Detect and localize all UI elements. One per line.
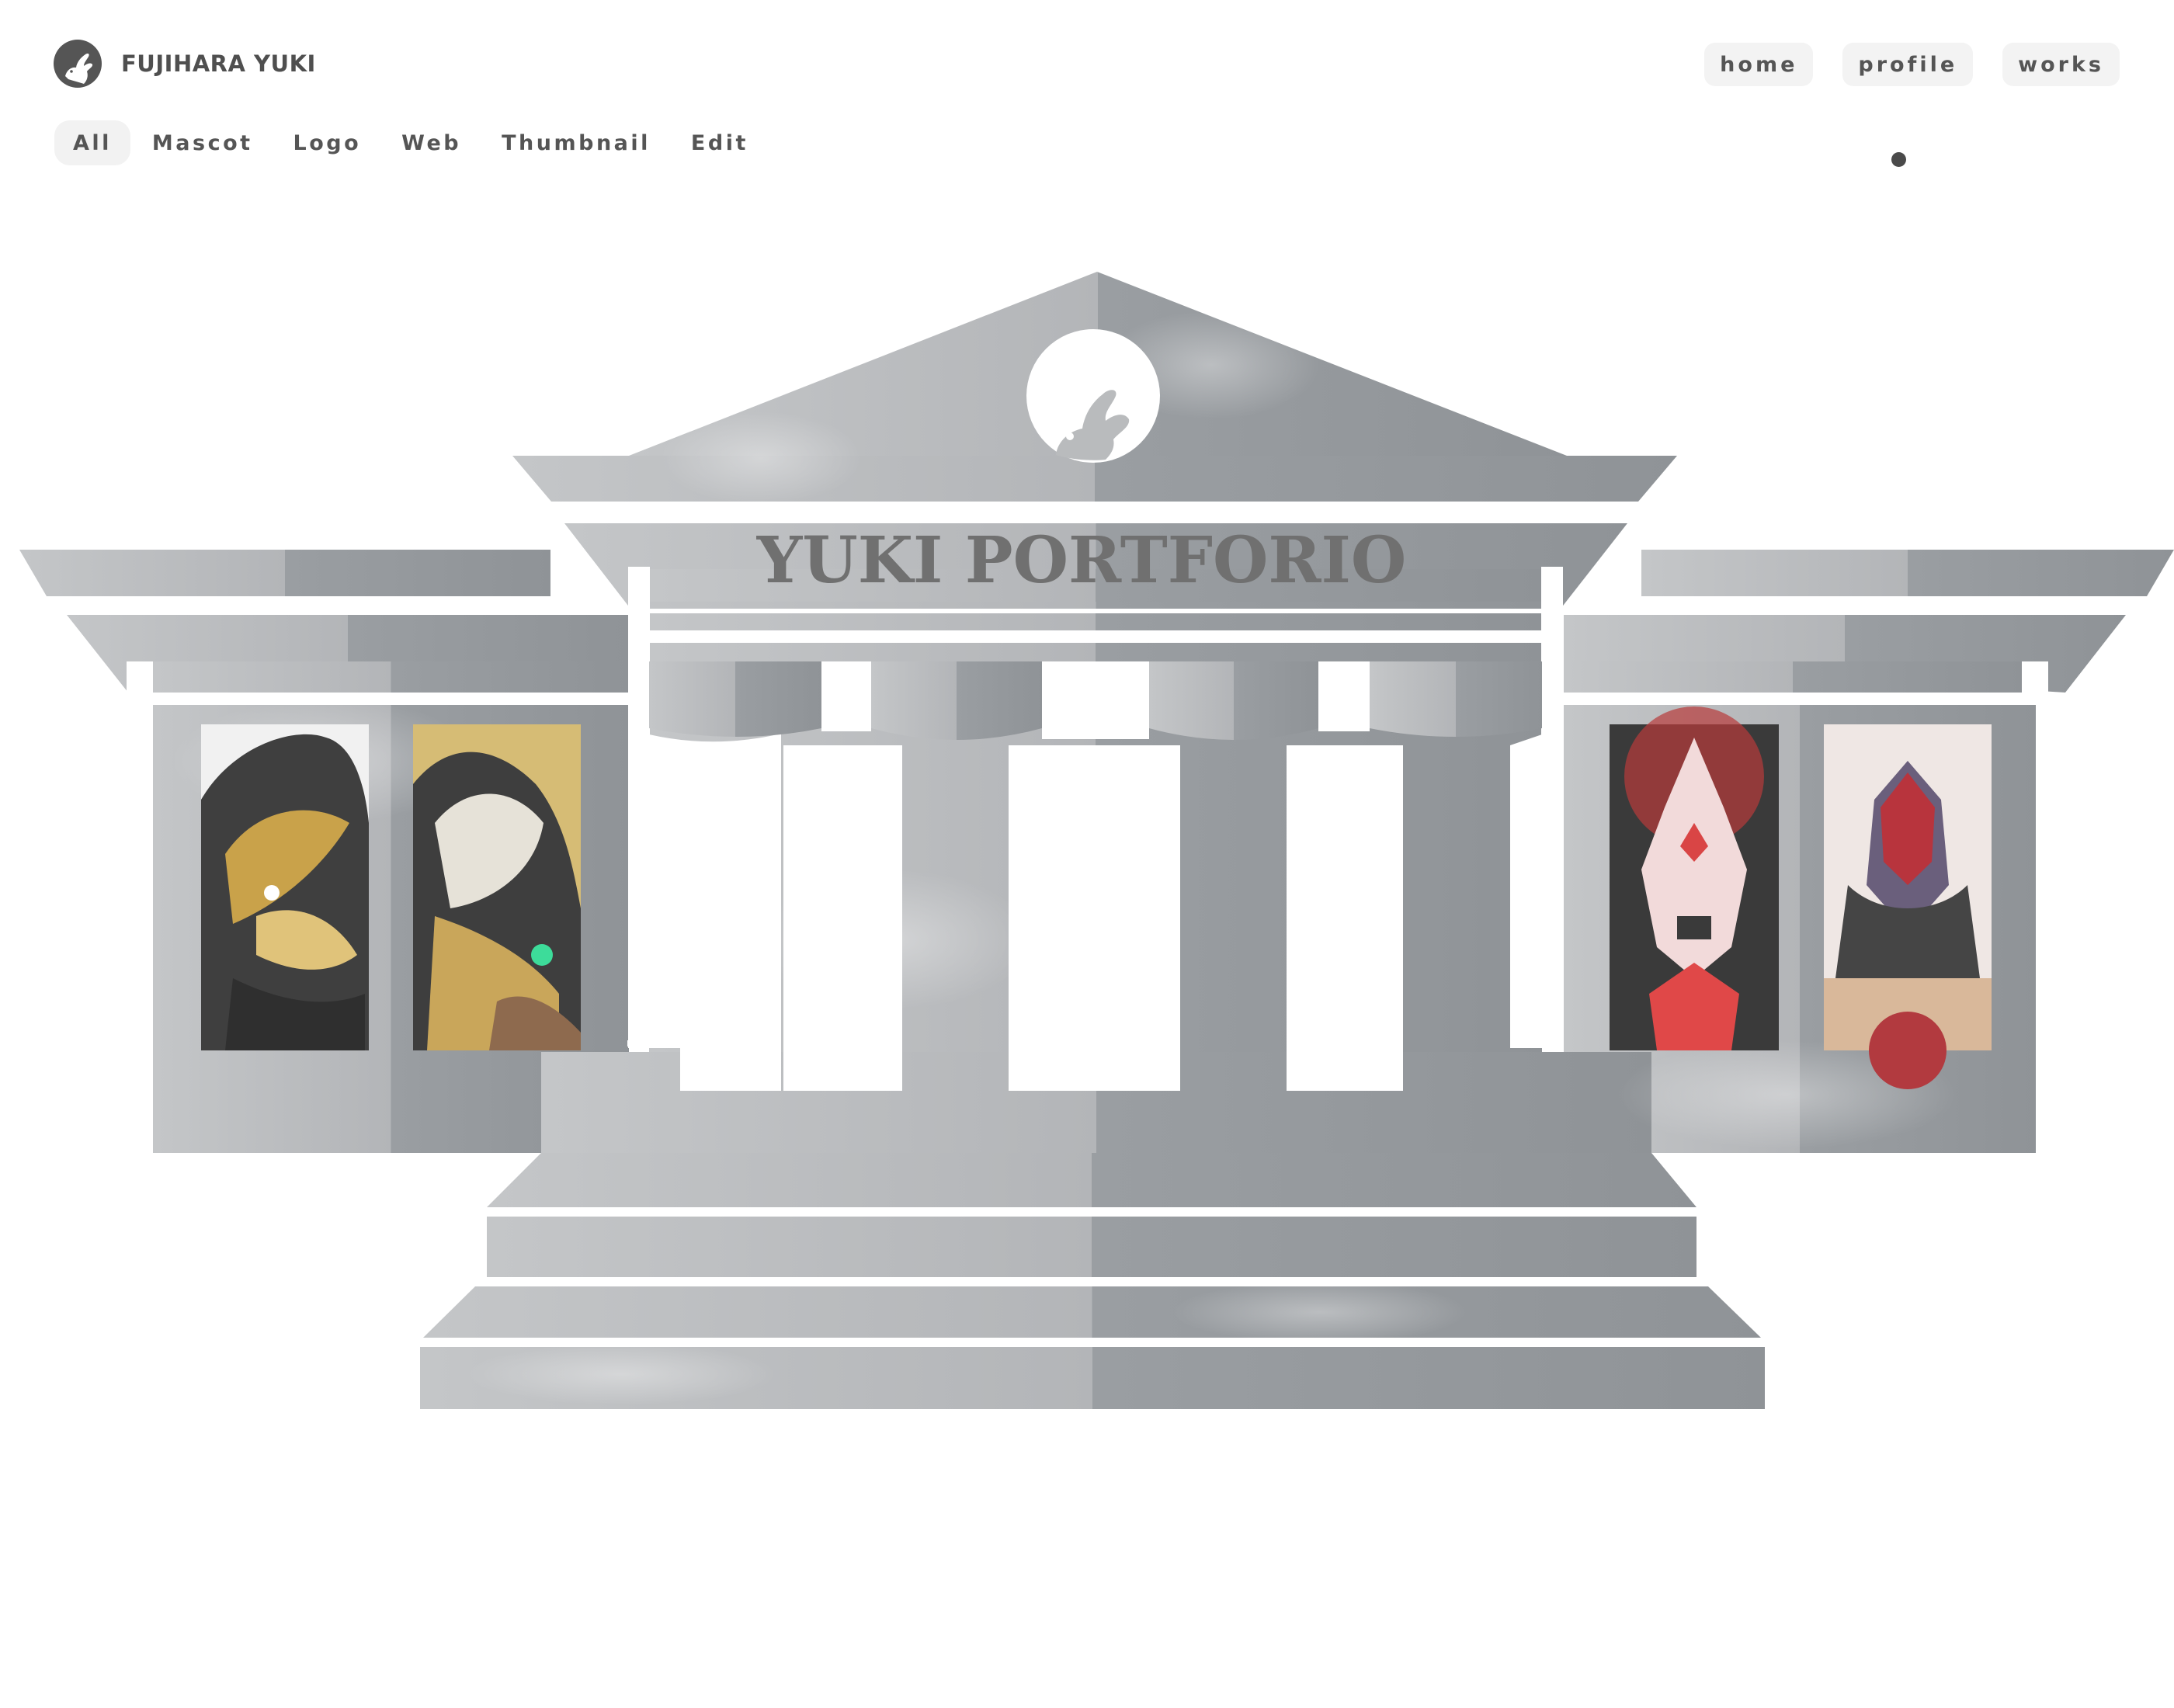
artwork-phoenix[interactable]: [413, 724, 581, 1050]
temple-illustration: YUKI PORTFORIO: [19, 272, 2174, 1409]
artwork-tiger[interactable]: [201, 724, 369, 1050]
column-2: [1009, 745, 1180, 1091]
medallion-logo-icon: [1026, 329, 1160, 463]
step-2: [487, 1217, 1696, 1277]
step-3: [423, 1286, 1761, 1338]
wing-roof-left: [19, 550, 550, 596]
hero-title: YUKI PORTFORIO: [756, 523, 1407, 598]
artwork-lion[interactable]: [1610, 706, 1779, 1050]
wing-roof-right: [1641, 550, 2174, 596]
artwork-knight[interactable]: [1824, 724, 1992, 1089]
column-3: [1287, 745, 1403, 1091]
column-1: [783, 745, 902, 1091]
beam-2: [649, 613, 1542, 630]
step-1: [487, 1153, 1696, 1207]
